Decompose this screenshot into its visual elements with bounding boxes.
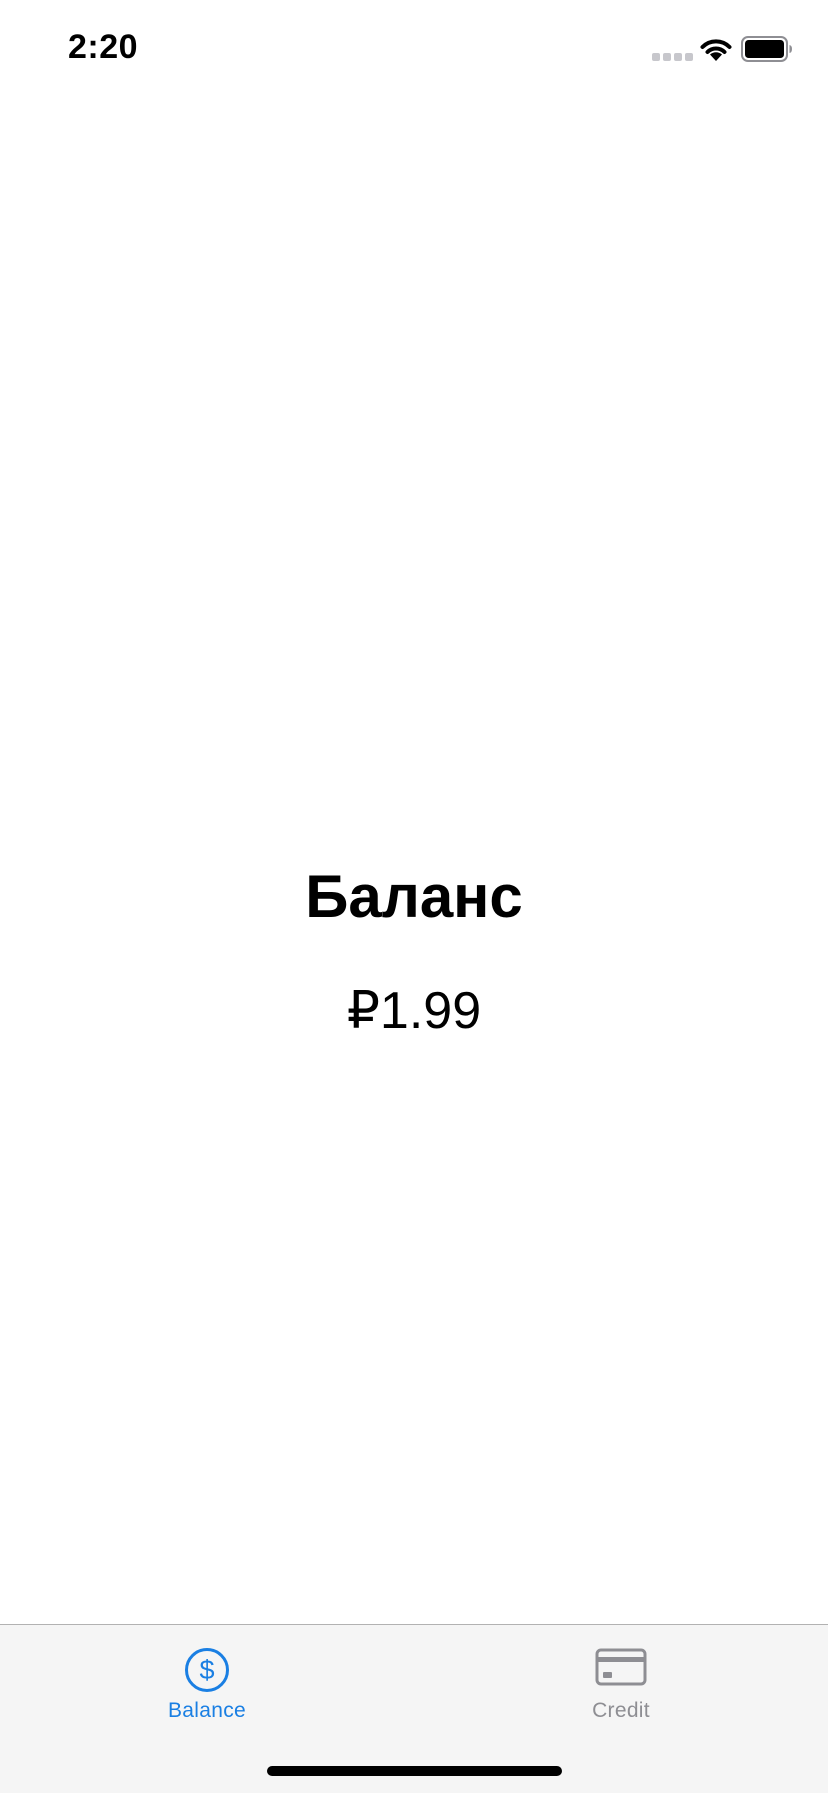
cellular-signal-icon (652, 53, 693, 61)
balance-amount: ₽1.99 (346, 982, 482, 1040)
dollar-circle-icon: $ (185, 1648, 229, 1692)
svg-text:$: $ (199, 1655, 214, 1685)
status-bar: 2:20 (0, 0, 828, 100)
tab-balance[interactable]: $ Balance (0, 1625, 414, 1735)
tab-balance-label: Balance (168, 1699, 246, 1722)
balance-title: Баланс (305, 863, 523, 930)
tab-credit[interactable]: Credit (414, 1625, 828, 1735)
home-indicator (267, 1766, 562, 1776)
tab-bar: $ Balance Credit (0, 1624, 828, 1793)
battery-icon (741, 36, 792, 62)
credit-card-icon (595, 1648, 647, 1686)
status-time: 2:20 (68, 28, 139, 66)
wifi-icon (700, 39, 732, 61)
tab-credit-label: Credit (592, 1699, 650, 1722)
